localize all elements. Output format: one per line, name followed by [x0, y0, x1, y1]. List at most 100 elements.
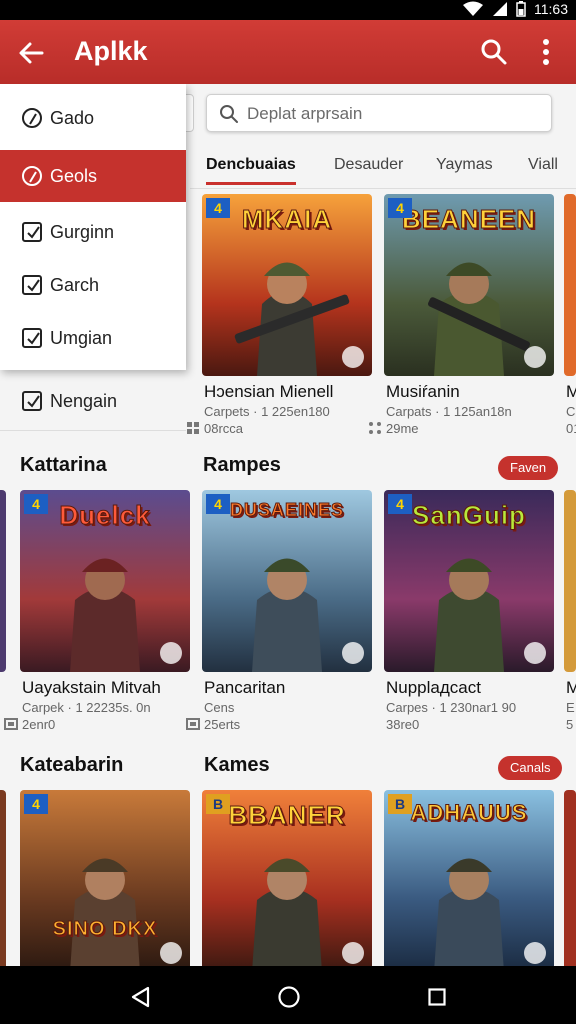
play-icon[interactable] [160, 942, 182, 964]
game-thumbnail[interactable]: MKAIA 4 [202, 194, 372, 376]
game-meta: Carpes · 1 230nar1 90 [386, 700, 517, 715]
game-thumbnail[interactable]: DUSAEINES 4 [202, 490, 372, 672]
game-meta: Ca [566, 404, 576, 419]
game-thumbnail[interactable]: BEANEEN 4 [384, 194, 554, 376]
game-thumbnail[interactable]: Duelck 4 [20, 490, 190, 672]
nav-recents-icon[interactable] [428, 988, 446, 1006]
game-thumbnail[interactable]: ADHAUUS B [384, 790, 554, 966]
dropdown-item-garch[interactable]: Garch [0, 259, 186, 311]
grid-icon[interactable] [186, 421, 200, 435]
dropdown-item-gado[interactable]: Gado [0, 92, 186, 144]
play-icon[interactable] [160, 642, 182, 664]
game-thumbnail[interactable] [564, 490, 576, 672]
search-input[interactable] [247, 101, 537, 127]
search-field-icon [220, 105, 238, 123]
game-meta: Carpek · 1 22235s. 0n [22, 700, 151, 715]
more-vert-icon[interactable] [532, 36, 560, 68]
section-title-rampes: Rampes [203, 454, 281, 476]
status-icons: 11:63 [462, 1, 568, 17]
game-meta: Carpets · 1 225en180 [204, 404, 330, 419]
dropdown-item-label: Garch [50, 274, 100, 295]
game-meta: Carpats · 1 125an18n [386, 404, 512, 419]
section-title-kames: Kames [204, 754, 270, 776]
dropdown-item-gurginn[interactable]: Gurginn [0, 206, 186, 258]
category-dropdown: Gado Geols Gurginn Garch Umgian [0, 84, 186, 370]
rating-badge: 4 [388, 198, 412, 218]
main-content: Dencbuaias Desauder Yaymas Viall Gado Ge… [0, 84, 576, 966]
wifi-icon [463, 1, 483, 16]
game-meta-2: 5 [566, 717, 574, 732]
slash-circle-icon [22, 166, 42, 186]
nav-home-icon[interactable] [277, 985, 301, 1009]
game-thumbnail[interactable]: SanGuip 4 [384, 490, 554, 672]
game-meta: Cens [204, 700, 235, 715]
game-thumbnail[interactable] [564, 790, 576, 966]
grid-icon[interactable] [368, 421, 382, 435]
play-icon[interactable] [342, 642, 364, 664]
game-meta: E [566, 700, 575, 715]
dropdown-item-label: Gurginn [50, 221, 115, 242]
game-title[interactable]: Uayakstain Mitvah [22, 678, 194, 698]
tab-indicator [206, 182, 296, 185]
game-thumbnail[interactable] [564, 194, 576, 376]
slash-circle-icon [22, 108, 42, 128]
play-icon[interactable] [524, 942, 546, 964]
game-title[interactable]: Pancaritan [204, 678, 376, 698]
dropdown-item-label: Umgian [50, 327, 113, 348]
filter-item-nengain[interactable]: Nengain [0, 372, 186, 430]
game-meta-2: 08rcca [204, 421, 244, 436]
thumbnail-title: SINO DKX [52, 918, 158, 941]
dropdown-item-geols[interactable]: Geols [0, 150, 186, 202]
dropdown-item-label: Geols [50, 165, 98, 186]
play-icon[interactable] [524, 642, 546, 664]
rating-badge: 4 [206, 494, 230, 514]
filter-item-label: Nengain [50, 390, 118, 411]
game-thumbnail[interactable]: BBANER B [202, 790, 372, 966]
game-title[interactable]: Nupplадcact [386, 678, 558, 698]
rating-badge: 4 [388, 494, 412, 514]
back-arrow-icon[interactable] [16, 38, 46, 68]
game-title[interactable]: M [566, 382, 576, 402]
game-title[interactable]: M [566, 678, 576, 698]
divider [0, 430, 186, 431]
checkbox-icon[interactable] [22, 328, 42, 348]
rating-badge: 4 [24, 494, 48, 514]
dropdown-item-label: Gado [50, 107, 95, 128]
checkbox-icon[interactable] [22, 391, 42, 411]
dropdown-item-umgian[interactable]: Umgian [0, 312, 186, 364]
list-icon[interactable] [186, 717, 200, 731]
status-time: 11:63 [534, 1, 568, 17]
list-icon[interactable] [4, 717, 18, 731]
game-meta-2: 29me [386, 421, 419, 436]
game-meta-2: 25erts [204, 717, 241, 732]
search-icon[interactable] [480, 38, 508, 66]
tab-viall[interactable]: Viall [528, 156, 558, 174]
app-bar: Aplkk [0, 20, 576, 84]
play-icon[interactable] [342, 346, 364, 368]
game-thumbnail[interactable]: SINO DKX 4 [20, 790, 190, 966]
system-nav-bar [0, 966, 576, 1024]
canals-pill-button[interactable]: Canals [498, 756, 563, 780]
game-meta-2: 01 [566, 421, 576, 436]
rating-badge: B [206, 794, 230, 814]
checkbox-icon[interactable] [22, 275, 42, 295]
app-title: Aplkk [74, 36, 148, 66]
section-title-kateabarin: Kateabarin [20, 754, 124, 776]
status-bar: 11:63 [0, 0, 576, 20]
tab-desauder[interactable]: Desauder [334, 156, 403, 174]
game-thumbnail[interactable] [0, 490, 6, 672]
rating-badge: B [388, 794, 412, 814]
game-thumbnail[interactable] [0, 790, 6, 966]
game-title[interactable]: Musiŕanin [386, 382, 558, 402]
tab-dencbuaias[interactable]: Dencbuaias [206, 156, 296, 174]
tabs-divider [190, 188, 576, 189]
play-icon[interactable] [524, 346, 546, 368]
battery-icon [516, 1, 526, 17]
play-icon[interactable] [342, 942, 364, 964]
game-title[interactable]: Hɔensian Mienell [204, 382, 376, 402]
faven-pill-button[interactable]: Faven [498, 456, 559, 480]
nav-back-icon[interactable] [130, 986, 152, 1008]
search-box[interactable] [206, 94, 552, 132]
tab-yaymas[interactable]: Yaymas [436, 156, 493, 174]
checkbox-icon[interactable] [22, 222, 42, 242]
